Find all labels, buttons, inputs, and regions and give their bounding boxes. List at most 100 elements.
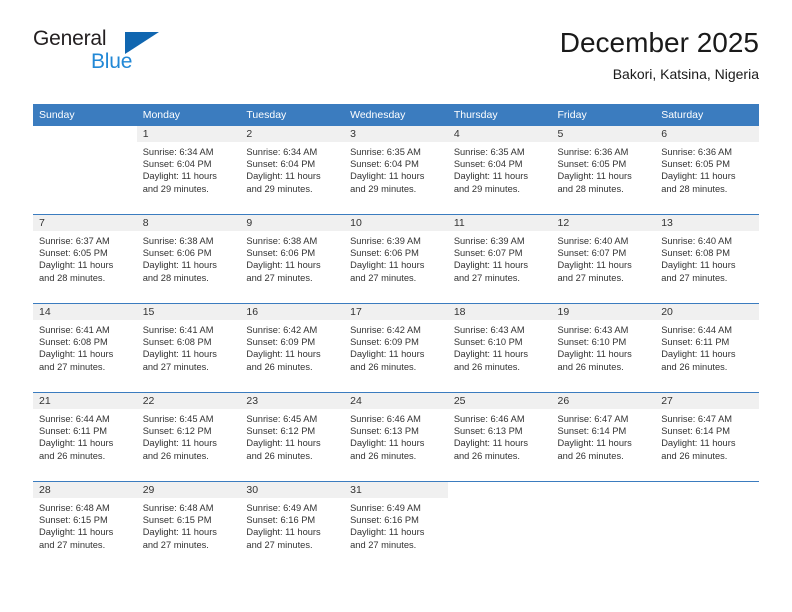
day-cell[interactable]: 5 Sunrise: 6:36 AM Sunset: 6:05 PM Daylight…	[551, 126, 656, 215]
sunrise-text: Sunrise: 6:45 AM	[246, 414, 318, 424]
day-cell[interactable]: 9 Sunrise: 6:38 AM Sunset: 6:06 PM Daylight…	[240, 214, 345, 304]
calendar-week-row: 14 Sunrise: 6:41 AM Sunset: 6:08 PM Dayligh…	[33, 303, 759, 393]
day-number: 8	[136, 215, 241, 231]
day-cell[interactable]: 7 Sunrise: 6:37 AM Sunset: 6:05 PM Daylight…	[33, 214, 137, 304]
day-cell[interactable]: 28 Sunrise: 6:48 AM Sunset: 6:15 PM Dayligh…	[33, 481, 137, 570]
sunrise-text: Sunrise: 6:36 AM	[661, 147, 733, 157]
day-cell[interactable]: 10 Sunrise: 6:39 AM Sunset: 6:06 PM Dayligh…	[344, 214, 448, 304]
day-details: Sunrise: 6:47 AM Sunset: 6:14 PM Daylight:…	[655, 409, 759, 462]
general-blue-logo[interactable]: General Blue	[33, 28, 253, 73]
sunset-text: Sunset: 6:11 PM	[39, 426, 108, 437]
day-cell[interactable]: 27 Sunrise: 6:47 AM Sunset: 6:14 PM Dayligh…	[655, 392, 759, 482]
day-details: Sunrise: 6:36 AM Sunset: 6:05 PM Daylight:…	[655, 142, 759, 195]
daylight-text-line2: and 27 minutes.	[39, 539, 106, 550]
daylight-text-line1: Daylight: 11 hours	[453, 260, 529, 271]
day-number	[655, 482, 759, 498]
day-cell[interactable]: 2 Sunrise: 6:34 AM Sunset: 6:04 PM Daylight…	[240, 126, 345, 215]
daylight-text-line1: Daylight: 11 hours	[453, 171, 529, 182]
day-cell[interactable]: 15 Sunrise: 6:41 AM Sunset: 6:08 PM Dayligh…	[136, 303, 241, 393]
day-number: 11	[447, 215, 552, 231]
sunrise-text: Sunrise: 6:49 AM	[350, 503, 421, 513]
day-cell[interactable]: 25 Sunrise: 6:46 AM Sunset: 6:13 PM Dayligh…	[447, 392, 552, 482]
sunrise-text: Sunrise: 6:43 AM	[557, 325, 629, 335]
day-cell[interactable]: 23 Sunrise: 6:45 AM Sunset: 6:12 PM Dayligh…	[240, 392, 345, 482]
day-number: 29	[136, 482, 241, 498]
day-number	[33, 126, 137, 142]
sunset-text: Sunset: 6:08 PM	[661, 248, 730, 259]
daylight-text-line2: and 28 minutes.	[661, 183, 728, 194]
sunrise-text: Sunrise: 6:40 AM	[661, 236, 733, 246]
day-number: 25	[447, 393, 552, 409]
day-cell[interactable]: 31 Sunrise: 6:49 AM Sunset: 6:16 PM Dayligh…	[344, 481, 448, 570]
day-cell-empty	[33, 126, 137, 215]
daylight-text-line2: and 29 minutes.	[142, 183, 209, 194]
calendar-week-row: 28 Sunrise: 6:48 AM Sunset: 6:15 PM Dayligh…	[33, 481, 759, 570]
day-cell[interactable]: 3 Sunrise: 6:35 AM Sunset: 6:04 PM Daylight…	[344, 126, 448, 215]
daylight-text-line2: and 26 minutes.	[142, 450, 209, 461]
day-details: Sunrise: 6:40 AM Sunset: 6:08 PM Daylight:…	[655, 231, 759, 284]
sunset-text: Sunset: 6:15 PM	[142, 515, 212, 526]
sunrise-text: Sunrise: 6:39 AM	[453, 236, 525, 246]
daylight-text-line1: Daylight: 11 hours	[246, 260, 321, 271]
sunrise-text: Sunrise: 6:36 AM	[557, 147, 629, 157]
day-number	[552, 482, 656, 498]
daylight-text-line1: Daylight: 11 hours	[453, 438, 529, 449]
day-cell[interactable]: 1 Sunrise: 6:34 AM Sunset: 6:04 PM Daylight…	[136, 126, 241, 215]
day-cell-empty	[551, 481, 656, 570]
day-cell[interactable]: 18 Sunrise: 6:43 AM Sunset: 6:10 PM Dayligh…	[447, 303, 552, 393]
day-cell[interactable]: 13 Sunrise: 6:40 AM Sunset: 6:08 PM Dayligh…	[655, 214, 759, 304]
daylight-text-line1: Daylight: 11 hours	[557, 438, 632, 449]
day-number: 15	[136, 304, 241, 320]
weekday-header-tuesday: Tuesday	[240, 104, 345, 126]
daylight-text-line1: Daylight: 11 hours	[557, 171, 632, 182]
day-details: Sunrise: 6:47 AM Sunset: 6:14 PM Daylight:…	[552, 409, 656, 462]
day-number: 21	[33, 393, 137, 409]
day-cell[interactable]: 11 Sunrise: 6:39 AM Sunset: 6:07 PM Dayligh…	[447, 214, 552, 304]
sunrise-text: Sunrise: 6:38 AM	[142, 236, 214, 246]
sunset-text: Sunset: 6:16 PM	[350, 515, 419, 526]
day-cell[interactable]: 24 Sunrise: 6:46 AM Sunset: 6:13 PM Dayligh…	[344, 392, 448, 482]
day-number: 16	[240, 304, 345, 320]
sunset-text: Sunset: 6:05 PM	[661, 159, 730, 170]
weekday-header-friday: Friday	[551, 104, 656, 126]
day-cell[interactable]: 12 Sunrise: 6:40 AM Sunset: 6:07 PM Dayligh…	[551, 214, 656, 304]
day-cell[interactable]: 26 Sunrise: 6:47 AM Sunset: 6:14 PM Dayligh…	[551, 392, 656, 482]
day-details: Sunrise: 6:48 AM Sunset: 6:15 PM Daylight:…	[137, 498, 241, 551]
day-details: Sunrise: 6:35 AM Sunset: 6:04 PM Daylight:…	[344, 142, 448, 195]
day-cell[interactable]: 17 Sunrise: 6:42 AM Sunset: 6:09 PM Dayligh…	[344, 303, 448, 393]
day-number: 12	[551, 215, 656, 231]
sunset-text: Sunset: 6:06 PM	[350, 248, 419, 259]
day-number: 4	[447, 126, 552, 142]
logo-text-general: General	[33, 27, 107, 50]
day-number: 14	[33, 304, 137, 320]
day-cell[interactable]: 4 Sunrise: 6:35 AM Sunset: 6:04 PM Daylight…	[447, 126, 552, 215]
daylight-text-line1: Daylight: 11 hours	[142, 527, 217, 538]
day-cell[interactable]: 21 Sunrise: 6:44 AM Sunset: 6:11 PM Dayligh…	[33, 392, 137, 482]
day-cell[interactable]: 14 Sunrise: 6:41 AM Sunset: 6:08 PM Dayligh…	[33, 303, 137, 393]
daylight-text-line2: and 29 minutes.	[453, 183, 520, 194]
daylight-text-line2: and 27 minutes.	[453, 272, 520, 283]
day-details: Sunrise: 6:38 AM Sunset: 6:06 PM Daylight:…	[137, 231, 241, 284]
daylight-text-line2: and 26 minutes.	[39, 450, 106, 461]
sunrise-text: Sunrise: 6:35 AM	[453, 147, 525, 157]
day-details: Sunrise: 6:43 AM Sunset: 6:10 PM Daylight:…	[448, 320, 552, 373]
sunrise-text: Sunrise: 6:45 AM	[142, 414, 214, 424]
day-cell[interactable]: 29 Sunrise: 6:48 AM Sunset: 6:15 PM Dayligh…	[136, 481, 241, 570]
day-details: Sunrise: 6:34 AM Sunset: 6:04 PM Daylight:…	[240, 142, 344, 195]
day-cell[interactable]: 16 Sunrise: 6:42 AM Sunset: 6:09 PM Dayligh…	[240, 303, 345, 393]
day-cell[interactable]: 8 Sunrise: 6:38 AM Sunset: 6:06 PM Daylight…	[136, 214, 241, 304]
day-cell[interactable]: 20 Sunrise: 6:44 AM Sunset: 6:11 PM Dayligh…	[655, 303, 759, 393]
daylight-text-line2: and 27 minutes.	[142, 361, 209, 372]
sunrise-text: Sunrise: 6:48 AM	[39, 503, 110, 513]
day-cell[interactable]: 19 Sunrise: 6:43 AM Sunset: 6:10 PM Dayligh…	[551, 303, 656, 393]
day-cell[interactable]: 22 Sunrise: 6:45 AM Sunset: 6:12 PM Dayligh…	[136, 392, 241, 482]
day-details: Sunrise: 6:39 AM Sunset: 6:06 PM Daylight:…	[344, 231, 448, 284]
day-details: Sunrise: 6:45 AM Sunset: 6:12 PM Daylight:…	[137, 409, 241, 462]
day-cell[interactable]: 30 Sunrise: 6:49 AM Sunset: 6:16 PM Dayligh…	[240, 481, 345, 570]
daylight-text-line1: Daylight: 11 hours	[142, 438, 217, 449]
day-details: Sunrise: 6:37 AM Sunset: 6:05 PM Daylight:…	[33, 231, 137, 284]
daylight-text-line1: Daylight: 11 hours	[246, 438, 321, 449]
day-cell[interactable]: 6 Sunrise: 6:36 AM Sunset: 6:05 PM Daylight…	[655, 126, 759, 215]
sunset-text: Sunset: 6:04 PM	[142, 159, 212, 170]
daylight-text-line2: and 28 minutes.	[39, 272, 106, 283]
